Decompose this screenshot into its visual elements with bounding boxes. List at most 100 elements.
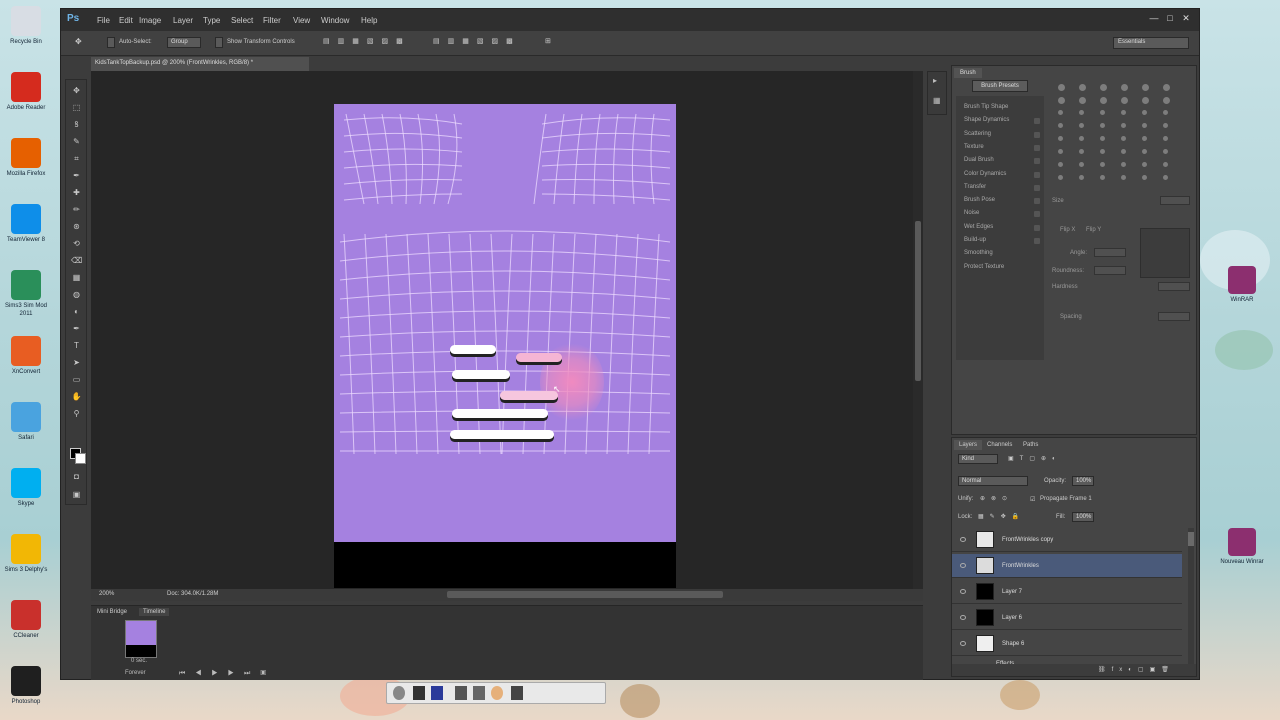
flip-x-label[interactable]: Flip X: [1060, 227, 1075, 233]
document-canvas[interactable]: [334, 104, 676, 542]
brush-option-brush-pose[interactable]: Brush Pose: [964, 197, 995, 203]
spacing-label[interactable]: Spacing: [1060, 314, 1082, 320]
frame-delay[interactable]: 0 sec.: [131, 658, 147, 664]
brush-option-build-up[interactable]: Build-up: [964, 237, 986, 243]
brush-tip-preset[interactable]: [1058, 175, 1063, 180]
brush-tip-preset[interactable]: [1058, 84, 1065, 91]
type-tool-icon[interactable]: T: [71, 341, 82, 350]
brush-option-lock-icon[interactable]: [1034, 131, 1040, 138]
brush-tip-preset[interactable]: [1121, 84, 1128, 91]
tab-timeline[interactable]: Timeline: [139, 608, 170, 616]
brush-tip-preset[interactable]: [1121, 175, 1126, 180]
lasso-tool-icon[interactable]: ꝸ: [71, 120, 82, 129]
desktop-shortcut[interactable]: Photoshop: [4, 666, 48, 706]
zoom-level[interactable]: 200%: [99, 591, 114, 597]
auto-select-checkbox[interactable]: [107, 37, 115, 48]
auto-align-icon[interactable]: ⊞: [545, 37, 551, 45]
brush-tip-preset[interactable]: [1058, 123, 1063, 128]
workspace-dropdown[interactable]: Essentials: [1113, 37, 1189, 49]
vertical-scrollbar[interactable]: [913, 71, 923, 589]
brush-tip-preset[interactable]: [1058, 162, 1063, 167]
brush-option-transfer[interactable]: Transfer: [964, 184, 986, 190]
brush-presets-button[interactable]: Brush Presets: [972, 80, 1028, 92]
fill-field[interactable]: 100%: [1072, 512, 1094, 522]
menu-help[interactable]: Help: [361, 16, 377, 25]
eye-icon[interactable]: [960, 615, 966, 620]
brush-tip-preset[interactable]: [1142, 149, 1147, 154]
brush-tip-preset[interactable]: [1163, 162, 1168, 167]
tray-app-icon[interactable]: [455, 686, 467, 700]
healing-tool-icon[interactable]: ✚: [71, 188, 82, 197]
brush-option-scattering[interactable]: Scattering: [964, 131, 991, 137]
brush-option-lock-icon[interactable]: [1034, 238, 1040, 244]
brush-tip-preset[interactable]: [1100, 149, 1105, 154]
brush-tip-preset[interactable]: [1121, 97, 1128, 104]
brush-option-brush-tip-shape[interactable]: Brush Tip Shape: [964, 104, 1008, 110]
brush-tip-preset[interactable]: [1142, 136, 1147, 141]
menu-window[interactable]: Window: [321, 16, 349, 25]
history-icon[interactable]: ▸: [933, 76, 937, 85]
shape-tool-icon[interactable]: ▭: [71, 375, 82, 384]
desktop-shortcut[interactable]: Nouveau Winrar: [1220, 528, 1264, 566]
tab-layers[interactable]: Layers: [954, 440, 983, 450]
desktop-shortcut[interactable]: TeamViewer 8: [4, 204, 48, 244]
desktop-shortcut[interactable]: Skype: [4, 468, 48, 508]
brush-tip-preset[interactable]: [1079, 149, 1084, 154]
distribute-icons[interactable]: ▤▥▦▧▨▩: [433, 37, 521, 45]
brush-tip-preset[interactable]: [1163, 110, 1168, 115]
desktop-shortcut[interactable]: Sims3 Sim Mod 2011: [4, 270, 48, 318]
brush-tip-preset[interactable]: [1079, 110, 1084, 115]
brush-tip-preset[interactable]: [1142, 110, 1147, 115]
show-transform-checkbox[interactable]: [215, 37, 223, 48]
brush-tip-preset[interactable]: [1163, 84, 1170, 91]
brush-tip-grid[interactable]: [1052, 80, 1184, 192]
brush-tip-preset[interactable]: [1163, 149, 1168, 154]
brush-option-lock-icon[interactable]: [1034, 118, 1040, 125]
brush-tip-preset[interactable]: [1079, 123, 1084, 128]
dodge-tool-icon[interactable]: ◐: [71, 307, 82, 316]
brush-tip-preset[interactable]: [1121, 110, 1126, 115]
animation-frame-1[interactable]: [125, 620, 157, 658]
menu-edit[interactable]: Edit: [119, 16, 133, 25]
eye-icon[interactable]: [960, 641, 966, 646]
layer-action-icons[interactable]: ⛓fx◐▢▣🗑: [1098, 666, 1175, 673]
roundness-field[interactable]: [1094, 266, 1126, 275]
tray-app-icon[interactable]: [473, 686, 485, 700]
angle-field[interactable]: [1094, 248, 1126, 257]
desktop-shortcut[interactable]: Safari: [4, 402, 48, 442]
move-tool-icon[interactable]: ✥: [71, 86, 82, 95]
menu-layer[interactable]: Layer: [173, 16, 193, 25]
blend-mode-dropdown[interactable]: Normal: [958, 476, 1028, 486]
brush-option-color-dynamics[interactable]: Color Dynamics: [964, 171, 1006, 177]
brush-tip-preset[interactable]: [1142, 162, 1147, 167]
layer-row[interactable]: Shape 6: [952, 632, 1182, 656]
desktop-shortcut[interactable]: Adobe Reader: [4, 72, 48, 112]
brush-tip-preset[interactable]: [1121, 162, 1126, 167]
desktop-shortcut[interactable]: Sims 3 Delphy's: [4, 534, 48, 574]
align-icons[interactable]: ▤▥▦▧▨▩: [323, 37, 411, 45]
brush-tip-preset[interactable]: [1058, 97, 1065, 104]
brush-tip-preset[interactable]: [1079, 162, 1084, 167]
layer-row[interactable]: FrontWrinkles copy: [952, 528, 1182, 552]
maximize-button[interactable]: □: [1163, 12, 1177, 24]
lock-icons[interactable]: ▦✎✥🔒: [978, 513, 1025, 520]
desktop-shortcut[interactable]: Mozilla Firefox: [4, 138, 48, 178]
layer-row[interactable]: Layer 6: [952, 606, 1182, 630]
brush-tip-preset[interactable]: [1100, 110, 1105, 115]
brush-tip-preset[interactable]: [1100, 123, 1105, 128]
move-tool-icon[interactable]: ✥: [75, 37, 82, 46]
brush-tip-preset[interactable]: [1163, 97, 1170, 104]
menu-view[interactable]: View: [293, 16, 310, 25]
minimize-button[interactable]: —: [1147, 12, 1161, 24]
auto-select-dropdown[interactable]: Group: [167, 37, 201, 48]
brush-tip-preset[interactable]: [1163, 175, 1168, 180]
playback-controls-icon[interactable]: ⏮◀▶▶⏭▣: [179, 670, 276, 678]
zoom-tool-icon[interactable]: ⚲: [71, 409, 82, 418]
layer-row[interactable]: Layer 7: [952, 580, 1182, 604]
desktop-shortcut[interactable]: Recycle Bin: [4, 6, 48, 46]
eye-icon[interactable]: [960, 537, 966, 542]
tray-app-icon[interactable]: [491, 686, 503, 700]
brush-tip-preset[interactable]: [1142, 123, 1147, 128]
brush-tip-preset[interactable]: [1121, 136, 1126, 141]
brush-option-lock-icon[interactable]: [1034, 184, 1040, 191]
